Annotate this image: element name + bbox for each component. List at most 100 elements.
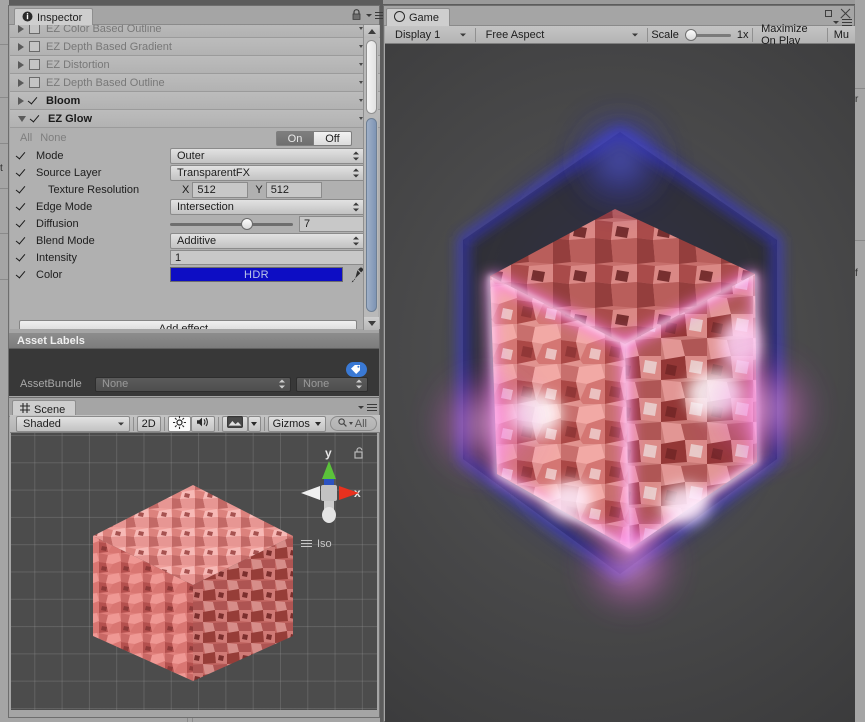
inspector-header-controls[interactable] <box>352 8 385 21</box>
foldout-closed-icon[interactable] <box>18 42 24 51</box>
effect-row-ez-distortion[interactable]: EZ Distortion <box>10 56 380 74</box>
effect-enable-checkbox[interactable] <box>29 77 40 88</box>
property-row-edge-mode: Edge Mode Intersection <box>10 198 380 215</box>
assetbundle-dropdown[interactable]: None <box>95 376 291 392</box>
axis-gizmo[interactable]: y x <box>289 441 369 541</box>
assetbundle-variant-value: None <box>303 378 330 390</box>
asset-labels-header: Asset Labels <box>9 333 379 349</box>
effect-row-bloom[interactable]: Bloom <box>10 92 380 110</box>
scene-fx-dropdown[interactable] <box>247 415 261 432</box>
effect-enable-checkbox[interactable] <box>29 59 40 70</box>
color-override-checkbox[interactable] <box>17 269 28 280</box>
effect-row-ez-depth-based-outline[interactable]: EZ Depth Based Outline <box>10 74 380 92</box>
toggle-audio-button[interactable] <box>190 415 215 432</box>
scroll-down-arrow-icon[interactable] <box>364 317 379 330</box>
foldout-closed-icon[interactable] <box>18 96 24 105</box>
hamburger-menu-icon[interactable] <box>367 403 377 412</box>
tab-game[interactable]: Game <box>386 8 450 26</box>
effect-enable-checkbox[interactable] <box>29 41 40 52</box>
projection-mode-label[interactable]: Iso <box>301 538 332 550</box>
diffusion-override-checkbox[interactable] <box>17 218 28 229</box>
scale-slider[interactable] <box>684 28 731 42</box>
aspect-dropdown[interactable]: Free Aspect <box>480 27 643 43</box>
chevron-down-icon <box>366 14 372 17</box>
color-swatch[interactable]: HDR <box>170 267 343 282</box>
property-row-mode: Mode Outer <box>10 147 380 164</box>
blend-mode-dropdown[interactable]: Additive <box>170 233 365 249</box>
mute-audio-button[interactable]: Mu <box>828 26 855 44</box>
edge-mode-dropdown[interactable]: Intersection <box>170 199 365 215</box>
intensity-override-checkbox[interactable] <box>17 252 28 263</box>
slider-knob[interactable] <box>241 218 254 230</box>
assetbundle-variant-dropdown[interactable]: None <box>296 376 368 392</box>
slider-knob[interactable] <box>684 28 697 41</box>
scene-search-input[interactable]: All <box>329 416 377 431</box>
lock-icon[interactable] <box>352 8 361 23</box>
inspector-tabbar: Inspector <box>9 6 385 26</box>
chevron-updown-icon <box>353 202 360 212</box>
foldout-closed-icon[interactable] <box>18 25 24 33</box>
chevron-down-icon <box>314 421 321 426</box>
all-button[interactable]: All <box>20 132 32 144</box>
mode-dropdown[interactable]: Outer <box>170 148 365 164</box>
texture-resolution-override-checkbox[interactable] <box>17 184 28 195</box>
sun-icon <box>172 415 186 432</box>
game-rendered-cube <box>427 104 821 616</box>
none-button[interactable]: None <box>40 132 66 144</box>
scroll-up-arrow-icon[interactable] <box>364 25 379 38</box>
source-layer-dropdown[interactable]: TransparentFX <box>170 165 365 181</box>
background-panel-right: f r <box>855 0 865 722</box>
maximize-on-play-button[interactable]: Maximize On Play <box>753 23 827 47</box>
effect-enable-checkbox[interactable] <box>29 25 40 34</box>
tab-inspector-label: Inspector <box>37 11 83 24</box>
toggle-on[interactable]: On <box>276 131 314 146</box>
tag-icon[interactable] <box>346 362 367 377</box>
inspector-scrollbar[interactable] <box>363 25 379 330</box>
scene-toolbar: Shaded 2D Gizmos All <box>10 415 380 433</box>
effect-row-ez-color-based-outline[interactable]: EZ Color Based Outline <box>10 25 380 38</box>
intensity-input[interactable]: 1 <box>170 250 365 265</box>
add-effect-area: Add effect... <box>11 315 365 329</box>
foldout-closed-icon[interactable] <box>18 78 24 87</box>
edge-mode-override-checkbox[interactable] <box>17 201 28 212</box>
diffusion-slider[interactable] <box>170 218 293 230</box>
blend-mode-override-checkbox[interactable] <box>17 235 28 246</box>
scrollbar-track-upper[interactable] <box>366 40 377 114</box>
texture-res-x-input[interactable]: 512 <box>192 181 249 198</box>
on-off-toggle[interactable]: On Off <box>276 131 352 146</box>
scene-header-controls[interactable] <box>358 402 377 413</box>
scene-panel: Scene Shaded 2D Gizmos All y Iso <box>8 397 380 718</box>
mode-override-checkbox[interactable] <box>17 150 28 161</box>
scene-view-gizmo[interactable]: y x Iso <box>289 441 369 556</box>
add-effect-button[interactable]: Add effect... <box>19 320 357 329</box>
scene-viewport[interactable]: y x Iso <box>11 433 377 710</box>
draw-mode-dropdown[interactable]: Shaded <box>16 415 130 432</box>
effect-enable-checkbox[interactable] <box>29 95 40 106</box>
effect-row-ez-depth-based-gradient[interactable]: EZ Depth Based Gradient <box>10 38 380 56</box>
tab-inspector[interactable]: Inspector <box>14 8 94 26</box>
effect-label: EZ Distortion <box>46 58 110 71</box>
edge-mode-value: Intersection <box>177 201 234 213</box>
gizmos-label: Gizmos <box>272 417 310 430</box>
toggle-off[interactable]: Off <box>314 131 352 146</box>
effect-row-ez-glow[interactable]: EZ Glow <box>10 110 380 128</box>
source-layer-override-checkbox[interactable] <box>17 167 28 178</box>
scrollbar-thumb[interactable] <box>366 118 377 312</box>
display-dropdown[interactable]: Display 1 <box>389 27 471 43</box>
restore-window-icon[interactable] <box>825 10 832 17</box>
chevron-down-icon <box>117 419 125 428</box>
tab-scene-label: Scene <box>34 403 66 416</box>
foldout-closed-icon[interactable] <box>18 60 24 69</box>
texture-res-y-input[interactable]: 512 <box>265 181 322 198</box>
diffusion-input[interactable]: 7 <box>299 216 365 232</box>
toggle-2d-button[interactable]: 2D <box>136 415 161 432</box>
effect-label: EZ Depth Based Outline <box>46 76 165 89</box>
foldout-open-icon[interactable] <box>18 115 26 122</box>
scene-fx-button[interactable] <box>221 415 248 432</box>
texture-res-y-label: Y <box>255 183 263 196</box>
gizmos-dropdown[interactable]: Gizmos <box>267 415 326 432</box>
toggle-lighting-button[interactable] <box>167 415 191 432</box>
effect-enable-checkbox[interactable] <box>31 113 42 124</box>
inspector-effects-list: EZ Color Based Outline EZ Depth Based Gr… <box>10 25 380 329</box>
game-viewport[interactable] <box>385 44 855 722</box>
